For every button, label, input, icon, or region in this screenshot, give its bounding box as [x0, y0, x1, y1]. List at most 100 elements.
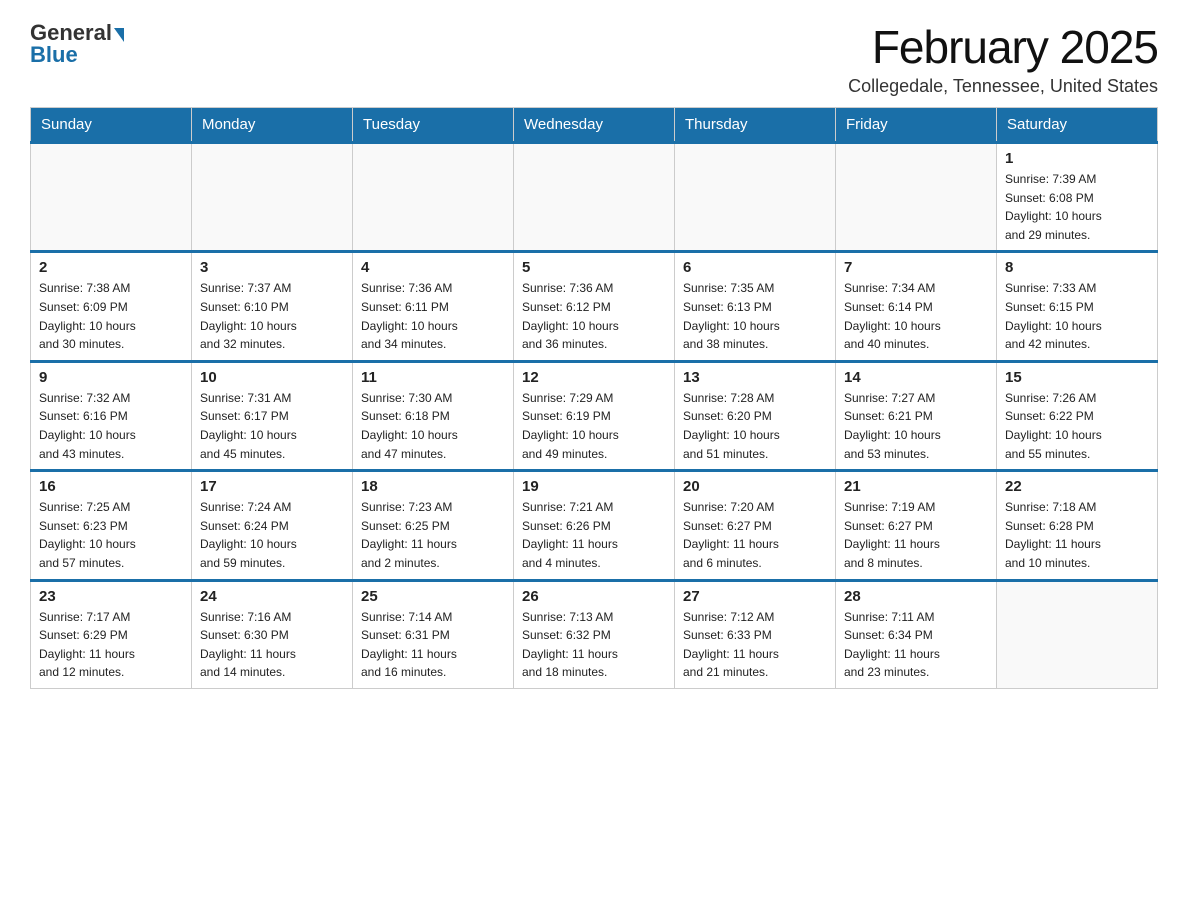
calendar-body: 1 Sunrise: 7:39 AM Sunset: 6:08 PM Daylig… [31, 143, 1158, 689]
calendar-cell: 24 Sunrise: 7:16 AM Sunset: 6:30 PM Dayli… [192, 580, 353, 688]
day-info: Sunrise: 7:27 AM Sunset: 6:21 PM Dayligh… [844, 389, 988, 463]
calendar-cell: 12Sunrise: 7:29 AM Sunset: 6:19 PM Dayli… [514, 361, 675, 470]
day-info: Sunrise: 7:19 AM Sunset: 6:27 PM Dayligh… [844, 498, 988, 572]
day-info: Sunrise: 7:11 AM Sunset: 6:34 PM Dayligh… [844, 608, 988, 682]
calendar-cell [353, 143, 514, 252]
day-number: 5 [522, 259, 666, 276]
weekday-header-row: SundayMondayTuesdayWednesdayThursdayFrid… [31, 108, 1158, 143]
calendar-cell: 3Sunrise: 7:37 AM Sunset: 6:10 PM Daylig… [192, 252, 353, 361]
calendar-cell: 7 Sunrise: 7:34 AM Sunset: 6:14 PM Daylig… [836, 252, 997, 361]
weekday-header-friday: Friday [836, 108, 997, 143]
calendar-cell: 19 Sunrise: 7:21 AM Sunset: 6:26 PM Dayli… [514, 471, 675, 580]
title-block: February 2025 Collegedale, Tennessee, Un… [848, 20, 1158, 97]
weekday-header-tuesday: Tuesday [353, 108, 514, 143]
page-header: General Blue February 2025 Collegedale, … [30, 20, 1158, 97]
weekday-header-thursday: Thursday [675, 108, 836, 143]
day-number: 9 [39, 369, 183, 386]
calendar-week-3: 9 Sunrise: 7:32 AM Sunset: 6:16 PM Daylig… [31, 361, 1158, 470]
calendar-cell: 8Sunrise: 7:33 AM Sunset: 6:15 PM Daylig… [997, 252, 1158, 361]
day-info: Sunrise: 7:20 AM Sunset: 6:27 PM Dayligh… [683, 498, 827, 572]
logo-arrow-icon [114, 28, 124, 42]
day-number: 15 [1005, 369, 1149, 386]
calendar-cell: 4 Sunrise: 7:36 AM Sunset: 6:11 PM Daylig… [353, 252, 514, 361]
day-number: 16 [39, 478, 183, 495]
day-info: Sunrise: 7:17 AM Sunset: 6:29 PM Dayligh… [39, 608, 183, 682]
calendar-cell: 17 Sunrise: 7:24 AM Sunset: 6:24 PM Dayli… [192, 471, 353, 580]
calendar-cell: 21 Sunrise: 7:19 AM Sunset: 6:27 PM Dayli… [836, 471, 997, 580]
day-number: 10 [200, 369, 344, 386]
calendar-cell: 15 Sunrise: 7:26 AM Sunset: 6:22 PM Dayli… [997, 361, 1158, 470]
day-number: 25 [361, 588, 505, 605]
calendar-cell: 18 Sunrise: 7:23 AM Sunset: 6:25 PM Dayli… [353, 471, 514, 580]
weekday-header-saturday: Saturday [997, 108, 1158, 143]
day-info: Sunrise: 7:34 AM Sunset: 6:14 PM Dayligh… [844, 279, 988, 353]
day-number: 26 [522, 588, 666, 605]
calendar-cell [31, 143, 192, 252]
day-number: 3 [200, 259, 344, 276]
day-number: 4 [361, 259, 505, 276]
calendar-cell [836, 143, 997, 252]
day-number: 24 [200, 588, 344, 605]
day-number: 27 [683, 588, 827, 605]
day-info: Sunrise: 7:38 AM Sunset: 6:09 PM Dayligh… [39, 279, 183, 353]
location-text: Collegedale, Tennessee, United States [848, 76, 1158, 97]
day-number: 17 [200, 478, 344, 495]
day-number: 23 [39, 588, 183, 605]
day-number: 7 [844, 259, 988, 276]
day-info: Sunrise: 7:36 AM Sunset: 6:12 PM Dayligh… [522, 279, 666, 353]
calendar-cell [997, 580, 1158, 688]
day-number: 18 [361, 478, 505, 495]
month-title: February 2025 [848, 20, 1158, 74]
calendar-cell: 20 Sunrise: 7:20 AM Sunset: 6:27 PM Dayli… [675, 471, 836, 580]
weekday-header-monday: Monday [192, 108, 353, 143]
day-number: 2 [39, 259, 183, 276]
day-info: Sunrise: 7:24 AM Sunset: 6:24 PM Dayligh… [200, 498, 344, 572]
day-number: 6 [683, 259, 827, 276]
day-info: Sunrise: 7:35 AM Sunset: 6:13 PM Dayligh… [683, 279, 827, 353]
day-number: 28 [844, 588, 988, 605]
calendar-cell: 16Sunrise: 7:25 AM Sunset: 6:23 PM Dayli… [31, 471, 192, 580]
day-info: Sunrise: 7:36 AM Sunset: 6:11 PM Dayligh… [361, 279, 505, 353]
day-number: 19 [522, 478, 666, 495]
calendar-cell: 23 Sunrise: 7:17 AM Sunset: 6:29 PM Dayli… [31, 580, 192, 688]
day-info: Sunrise: 7:31 AM Sunset: 6:17 PM Dayligh… [200, 389, 344, 463]
calendar-cell: 11Sunrise: 7:30 AM Sunset: 6:18 PM Dayli… [353, 361, 514, 470]
day-number: 1 [1005, 150, 1149, 167]
calendar-cell: 9 Sunrise: 7:32 AM Sunset: 6:16 PM Daylig… [31, 361, 192, 470]
calendar-week-5: 23 Sunrise: 7:17 AM Sunset: 6:29 PM Dayli… [31, 580, 1158, 688]
day-info: Sunrise: 7:39 AM Sunset: 6:08 PM Dayligh… [1005, 170, 1149, 244]
calendar-week-2: 2 Sunrise: 7:38 AM Sunset: 6:09 PM Daylig… [31, 252, 1158, 361]
weekday-header-sunday: Sunday [31, 108, 192, 143]
calendar-header: SundayMondayTuesdayWednesdayThursdayFrid… [31, 108, 1158, 143]
calendar-cell [514, 143, 675, 252]
day-info: Sunrise: 7:26 AM Sunset: 6:22 PM Dayligh… [1005, 389, 1149, 463]
day-info: Sunrise: 7:12 AM Sunset: 6:33 PM Dayligh… [683, 608, 827, 682]
day-info: Sunrise: 7:13 AM Sunset: 6:32 PM Dayligh… [522, 608, 666, 682]
logo: General Blue [30, 20, 126, 68]
calendar-cell: 14 Sunrise: 7:27 AM Sunset: 6:21 PM Dayli… [836, 361, 997, 470]
calendar-cell: 22Sunrise: 7:18 AM Sunset: 6:28 PM Dayli… [997, 471, 1158, 580]
calendar-cell: 26 Sunrise: 7:13 AM Sunset: 6:32 PM Dayli… [514, 580, 675, 688]
day-info: Sunrise: 7:16 AM Sunset: 6:30 PM Dayligh… [200, 608, 344, 682]
logo-blue-text: Blue [30, 42, 78, 68]
day-number: 13 [683, 369, 827, 386]
calendar-cell: 28 Sunrise: 7:11 AM Sunset: 6:34 PM Dayli… [836, 580, 997, 688]
calendar-table: SundayMondayTuesdayWednesdayThursdayFrid… [30, 107, 1158, 689]
day-info: Sunrise: 7:30 AM Sunset: 6:18 PM Dayligh… [361, 389, 505, 463]
day-info: Sunrise: 7:21 AM Sunset: 6:26 PM Dayligh… [522, 498, 666, 572]
day-info: Sunrise: 7:32 AM Sunset: 6:16 PM Dayligh… [39, 389, 183, 463]
calendar-week-1: 1 Sunrise: 7:39 AM Sunset: 6:08 PM Daylig… [31, 143, 1158, 252]
day-info: Sunrise: 7:14 AM Sunset: 6:31 PM Dayligh… [361, 608, 505, 682]
day-number: 20 [683, 478, 827, 495]
day-number: 14 [844, 369, 988, 386]
calendar-cell: 1 Sunrise: 7:39 AM Sunset: 6:08 PM Daylig… [997, 143, 1158, 252]
weekday-header-wednesday: Wednesday [514, 108, 675, 143]
calendar-cell: 6 Sunrise: 7:35 AM Sunset: 6:13 PM Daylig… [675, 252, 836, 361]
day-number: 8 [1005, 259, 1149, 276]
day-info: Sunrise: 7:18 AM Sunset: 6:28 PM Dayligh… [1005, 498, 1149, 572]
calendar-week-4: 16Sunrise: 7:25 AM Sunset: 6:23 PM Dayli… [31, 471, 1158, 580]
day-number: 21 [844, 478, 988, 495]
day-info: Sunrise: 7:28 AM Sunset: 6:20 PM Dayligh… [683, 389, 827, 463]
day-number: 12 [522, 369, 666, 386]
day-info: Sunrise: 7:23 AM Sunset: 6:25 PM Dayligh… [361, 498, 505, 572]
